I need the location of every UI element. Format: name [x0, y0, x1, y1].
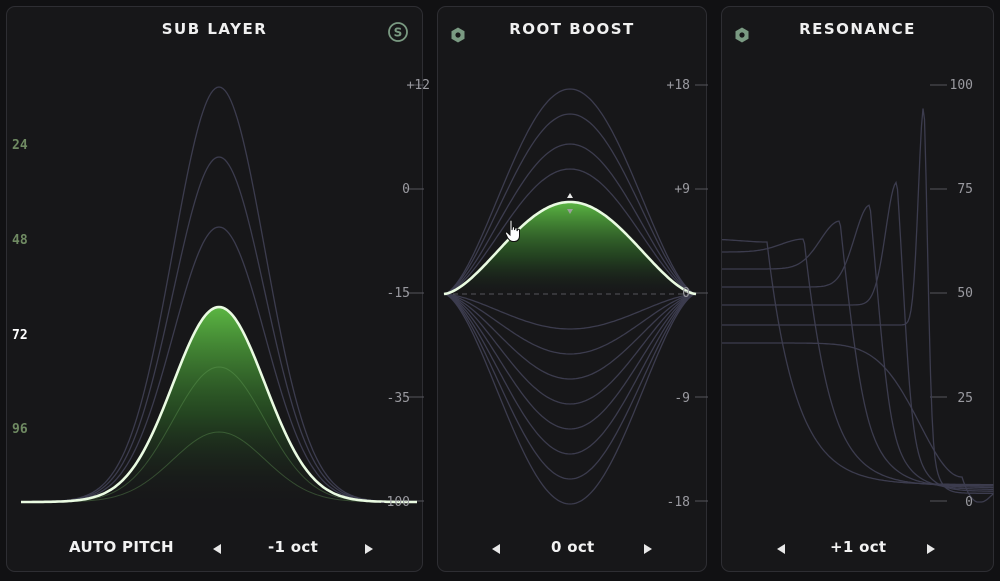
- res-scale-label: 25: [957, 391, 973, 406]
- res-scale-label: 0: [965, 495, 973, 510]
- auto-pitch-label[interactable]: AUTO PITCH: [69, 538, 174, 556]
- note-label-96: 96: [12, 422, 28, 437]
- sub-scale-label: 0: [402, 182, 410, 197]
- root-scale-label: 0: [682, 286, 690, 301]
- sub-scale-label: -15: [386, 286, 410, 301]
- sub-scale-label: +12: [406, 78, 430, 93]
- sub-scale-label: -35: [386, 391, 410, 406]
- hand-cursor-icon: [504, 219, 520, 242]
- sub-prev-arrow[interactable]: [213, 544, 221, 554]
- res-scale-label: 75: [957, 182, 973, 197]
- res-octave-value: +1 oct: [830, 538, 887, 556]
- root-octave-value: 0 oct: [551, 538, 595, 556]
- root-scale-label: -9: [674, 391, 690, 406]
- sub-scale-label: -100: [378, 495, 410, 510]
- sub-layer-panel: SUB LAYER S 24 48 72 96 +12 0 -15 -35 -1…: [6, 6, 430, 573]
- root-boost-panel: ROOT BOOST +18 +9 0 -9 -18 0 oct: [437, 6, 708, 572]
- sub-octave-value: -1 oct: [268, 538, 319, 556]
- sub-layer-curve-display[interactable]: [7, 7, 424, 573]
- root-scale-label: -18: [666, 495, 690, 510]
- root-scale-label: +18: [666, 78, 690, 93]
- root-prev-arrow[interactable]: [492, 544, 500, 554]
- res-prev-arrow[interactable]: [777, 544, 785, 554]
- root-next-arrow[interactable]: [644, 544, 652, 554]
- res-scale-label: 100: [949, 78, 973, 93]
- sub-next-arrow[interactable]: [365, 544, 373, 554]
- root-scale-label: +9: [674, 182, 690, 197]
- res-scale-label: 50: [957, 286, 973, 301]
- resonance-panel: RESONANCE 100 75 50 25 0 +1 oct: [721, 6, 994, 572]
- res-next-arrow[interactable]: [927, 544, 935, 554]
- note-label-72: 72: [12, 328, 28, 343]
- note-label-48: 48: [12, 233, 28, 248]
- note-label-24: 24: [12, 138, 28, 153]
